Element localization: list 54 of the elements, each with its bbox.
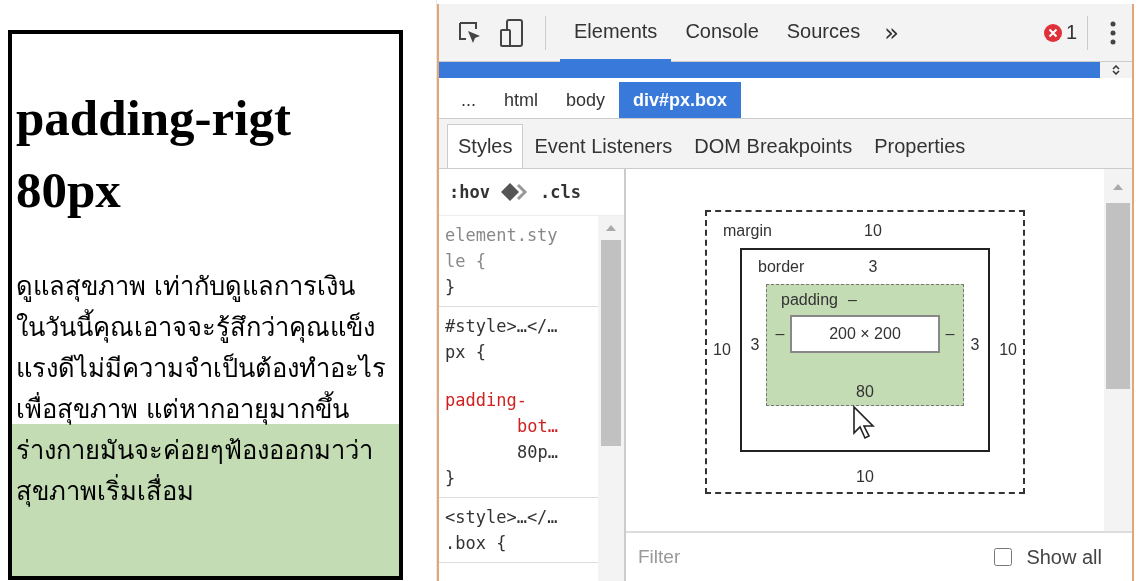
error-icon <box>1043 23 1062 42</box>
border-right-value[interactable]: 3 <box>968 336 982 354</box>
css-line: padding- <box>445 389 528 412</box>
scrollbar[interactable] <box>598 216 624 581</box>
content-size: 200 × 200 <box>790 315 940 353</box>
scrollbar[interactable] <box>1104 169 1132 531</box>
breadcrumb[interactable]: ... <box>447 82 490 118</box>
border-label: border <box>758 258 805 276</box>
filter-field[interactable]: Filter <box>636 545 995 569</box>
margin-bottom-value[interactable]: 10 <box>856 468 874 485</box>
css-line: <style>…</… <box>445 506 559 529</box>
sidebar-tab[interactable]: Styles <box>447 124 524 168</box>
padding-label: padding <box>781 291 838 309</box>
css-line: bot… <box>516 415 559 438</box>
breadcrumb[interactable]: html <box>490 82 553 118</box>
css-line: 80p… <box>516 441 559 464</box>
more-tabs-button[interactable]: » <box>874 18 909 47</box>
css-line: .box { <box>445 532 508 555</box>
page-paragraph: ดูแลสุขภาพ เท่ากับดูแลการเงิน ในวันนี้คุณเอาจจะรู้สึกว่าคุณแข็งแรงดีไม่มีความจำเป็นต้องทำอะไรเพื่อสุขภาพ แต่หากอายุมากขึ้น ร่างกายมันจะค่อยๆฟ้องออกมาว่าสุขภาพเริ่มเสื่อม <box>16 270 387 509</box>
show-all-label[interactable]: Show all <box>1026 545 1102 569</box>
padding-bottom-value[interactable]: 80 <box>856 383 874 400</box>
show-all-checkbox[interactable] <box>994 548 1013 566</box>
device-toolbar-icon[interactable] <box>499 17 525 48</box>
sidebar-tab[interactable]: Event Listeners <box>523 124 684 168</box>
margin-right-value[interactable]: 10 <box>999 341 1017 359</box>
up-down-arrows-icon <box>1112 65 1120 75</box>
css-line: le { <box>445 250 487 273</box>
border-left-value[interactable]: 3 <box>748 336 762 354</box>
mouse-pointer-icon <box>852 405 876 441</box>
border-top-value[interactable]: 3 <box>868 258 878 276</box>
margin-label: margin <box>723 222 772 240</box>
page-heading: padding-rigt 80px <box>16 89 292 220</box>
css-line: element.sty <box>445 224 559 247</box>
breadcrumb[interactable]: div#px.box <box>619 82 742 118</box>
css-line: } <box>445 276 457 299</box>
css-line: px { <box>445 341 487 364</box>
panel-tab[interactable]: Console <box>671 3 773 62</box>
css-line: #style>…</… <box>445 315 559 338</box>
padding-top-value[interactable]: – <box>847 291 857 309</box>
diamond-icon[interactable] <box>499 182 530 202</box>
class-button[interactable]: .cls <box>539 182 581 202</box>
menu-icon[interactable] <box>1110 20 1116 45</box>
css-line: } <box>445 467 457 490</box>
margin-left-value[interactable]: 10 <box>713 341 731 359</box>
hover-state-button[interactable]: :hov <box>449 182 490 202</box>
breadcrumb[interactable]: body <box>552 82 620 118</box>
sidebar-tab[interactable]: Properties <box>863 124 977 168</box>
margin-top-value[interactable]: 10 <box>864 222 882 240</box>
error-count[interactable]: 1 <box>1065 21 1077 44</box>
padding-left-value[interactable]: – <box>773 325 787 343</box>
padding-right-value[interactable]: – <box>943 325 957 343</box>
resize-handle[interactable] <box>1100 62 1132 78</box>
panel-tab[interactable]: Sources <box>772 3 875 62</box>
sidebar-tab[interactable]: DOM Breakpoints <box>683 124 864 168</box>
